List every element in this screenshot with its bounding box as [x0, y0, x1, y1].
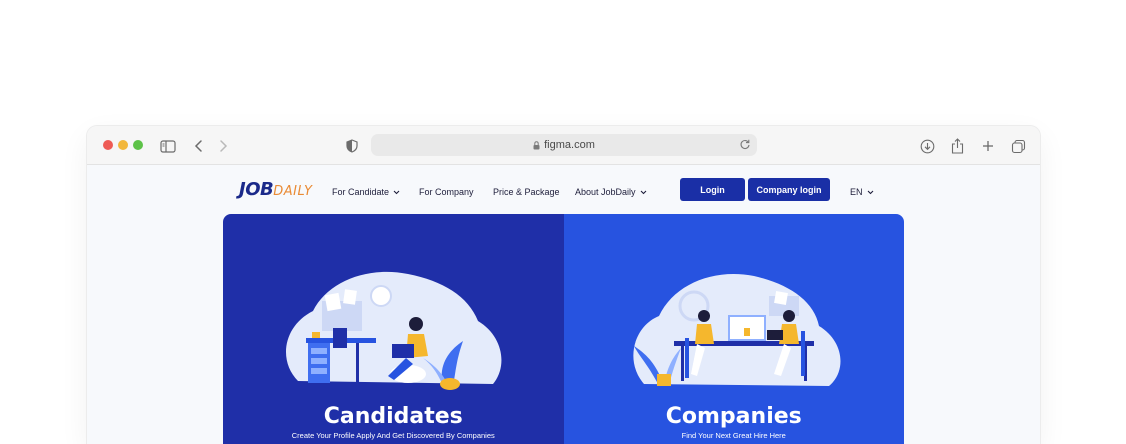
- logo-job: JOB: [239, 179, 274, 200]
- language-label: EN: [850, 187, 863, 197]
- browser-window: figma.com JOBDAILY For Candidate For Com…: [87, 126, 1040, 444]
- nav-price-package[interactable]: Price & Package: [493, 187, 560, 197]
- chevron-down-icon: [867, 190, 874, 195]
- chevron-down-icon: [393, 190, 400, 195]
- company-login-button[interactable]: Company login: [748, 178, 830, 201]
- tab-overview-icon[interactable]: [1009, 137, 1027, 155]
- candidates-title: Candidates: [323, 404, 463, 429]
- back-icon[interactable]: [190, 137, 208, 155]
- forward-icon[interactable]: [214, 137, 232, 155]
- jobdaily-logo[interactable]: JOBDAILY: [239, 179, 312, 200]
- language-selector[interactable]: EN: [850, 187, 874, 197]
- sidebar-icon[interactable]: [159, 137, 177, 155]
- nav-for-company[interactable]: For Company: [419, 187, 474, 197]
- candidate-illustration: [286, 271, 502, 390]
- login-button[interactable]: Login: [680, 178, 745, 201]
- chevron-down-icon: [640, 190, 647, 195]
- candidates-panel[interactable]: Candidates Create Your Profile Apply And…: [223, 214, 564, 444]
- maximize-window-button[interactable]: [133, 140, 143, 150]
- company-illustration: [632, 273, 840, 386]
- companies-subtitle: Find Your Next Great Hire Here: [681, 431, 786, 440]
- close-window-button[interactable]: [103, 140, 113, 150]
- reload-icon[interactable]: [739, 138, 751, 153]
- companies-title: Companies: [665, 404, 802, 429]
- candidates-subtitle: Create Your Profile Apply And Get Discov…: [291, 431, 495, 440]
- nav-about-jobdaily[interactable]: About JobDaily: [575, 187, 647, 197]
- nav-for-company-label: For Company: [419, 187, 474, 197]
- nav-for-candidate-label: For Candidate: [332, 187, 390, 197]
- url-text: figma.com: [544, 139, 595, 151]
- address-bar[interactable]: figma.com: [371, 134, 757, 156]
- hero-section: Candidates Create Your Profile Apply And…: [223, 214, 904, 444]
- logo-daily: DAILY: [273, 184, 313, 199]
- share-icon[interactable]: [948, 137, 966, 155]
- nav-price-package-label: Price & Package: [493, 187, 560, 197]
- shield-icon[interactable]: [343, 137, 361, 155]
- lock-icon: [533, 140, 540, 150]
- nav-for-candidate[interactable]: For Candidate: [332, 187, 400, 197]
- nav-about-jobdaily-label: About JobDaily: [575, 187, 636, 197]
- new-tab-icon[interactable]: [979, 137, 997, 155]
- browser-toolbar: figma.com: [87, 126, 1040, 165]
- minimize-window-button[interactable]: [118, 140, 128, 150]
- site-navbar: JOBDAILY For Candidate For Company Price…: [87, 166, 1040, 214]
- companies-panel[interactable]: Companies Find Your Next Great Hire Here: [563, 214, 904, 444]
- download-icon[interactable]: [918, 137, 936, 155]
